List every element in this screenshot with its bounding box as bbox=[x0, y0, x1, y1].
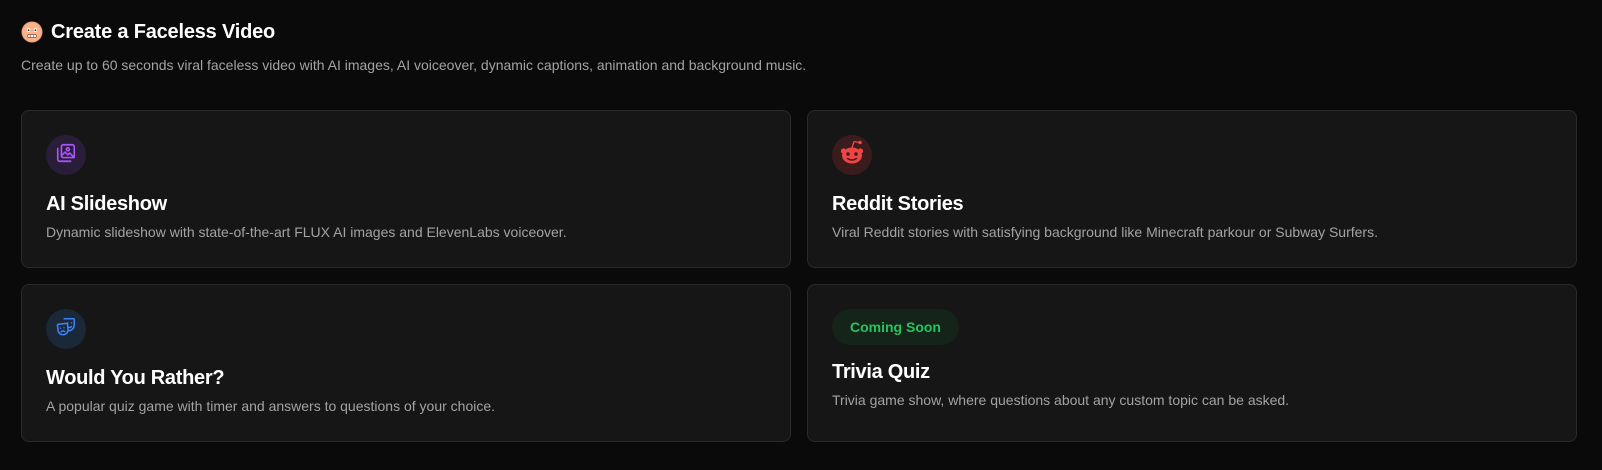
coming-soon-badge: Coming Soon bbox=[832, 309, 959, 345]
card-description: Viral Reddit stories with satisfying bac… bbox=[832, 224, 1378, 240]
card-title: Would You Rather? bbox=[46, 367, 225, 389]
image-gallery-icon bbox=[55, 142, 77, 169]
card-description: A popular quiz game with timer and answe… bbox=[46, 398, 496, 414]
page-title: Create a Faceless Video bbox=[51, 20, 276, 43]
page-subtitle: Create up to 60 seconds viral faceless v… bbox=[21, 57, 807, 73]
reddit-icon bbox=[836, 137, 868, 174]
card-icon-wrapper bbox=[46, 309, 86, 349]
card-title: Reddit Stories bbox=[832, 193, 964, 215]
card-trivia-quiz[interactable]: Coming Soon Trivia Quiz Trivia game show… bbox=[807, 284, 1577, 442]
card-title: Trivia Quiz bbox=[832, 361, 930, 383]
card-description: Dynamic slideshow with state-of-the-art … bbox=[46, 224, 567, 240]
video-type-grid: AI Slideshow Dynamic slideshow with stat… bbox=[21, 110, 1577, 442]
card-description: Trivia game show, where questions about … bbox=[832, 392, 1290, 408]
title-row: Create a Faceless Video bbox=[21, 18, 806, 46]
face-emoji-icon bbox=[21, 21, 43, 43]
page-header: Create a Faceless Video Create up to 60 … bbox=[21, 18, 807, 74]
theater-masks-icon bbox=[55, 316, 77, 343]
card-icon-wrapper bbox=[46, 135, 86, 175]
card-ai-slideshow[interactable]: AI Slideshow Dynamic slideshow with stat… bbox=[21, 110, 791, 268]
card-icon-wrapper bbox=[832, 135, 872, 175]
card-would-you-rather[interactable]: Would You Rather? A popular quiz game wi… bbox=[21, 284, 791, 442]
card-reddit-stories[interactable]: Reddit Stories Viral Reddit stories with… bbox=[807, 110, 1577, 268]
card-title: AI Slideshow bbox=[46, 193, 167, 215]
